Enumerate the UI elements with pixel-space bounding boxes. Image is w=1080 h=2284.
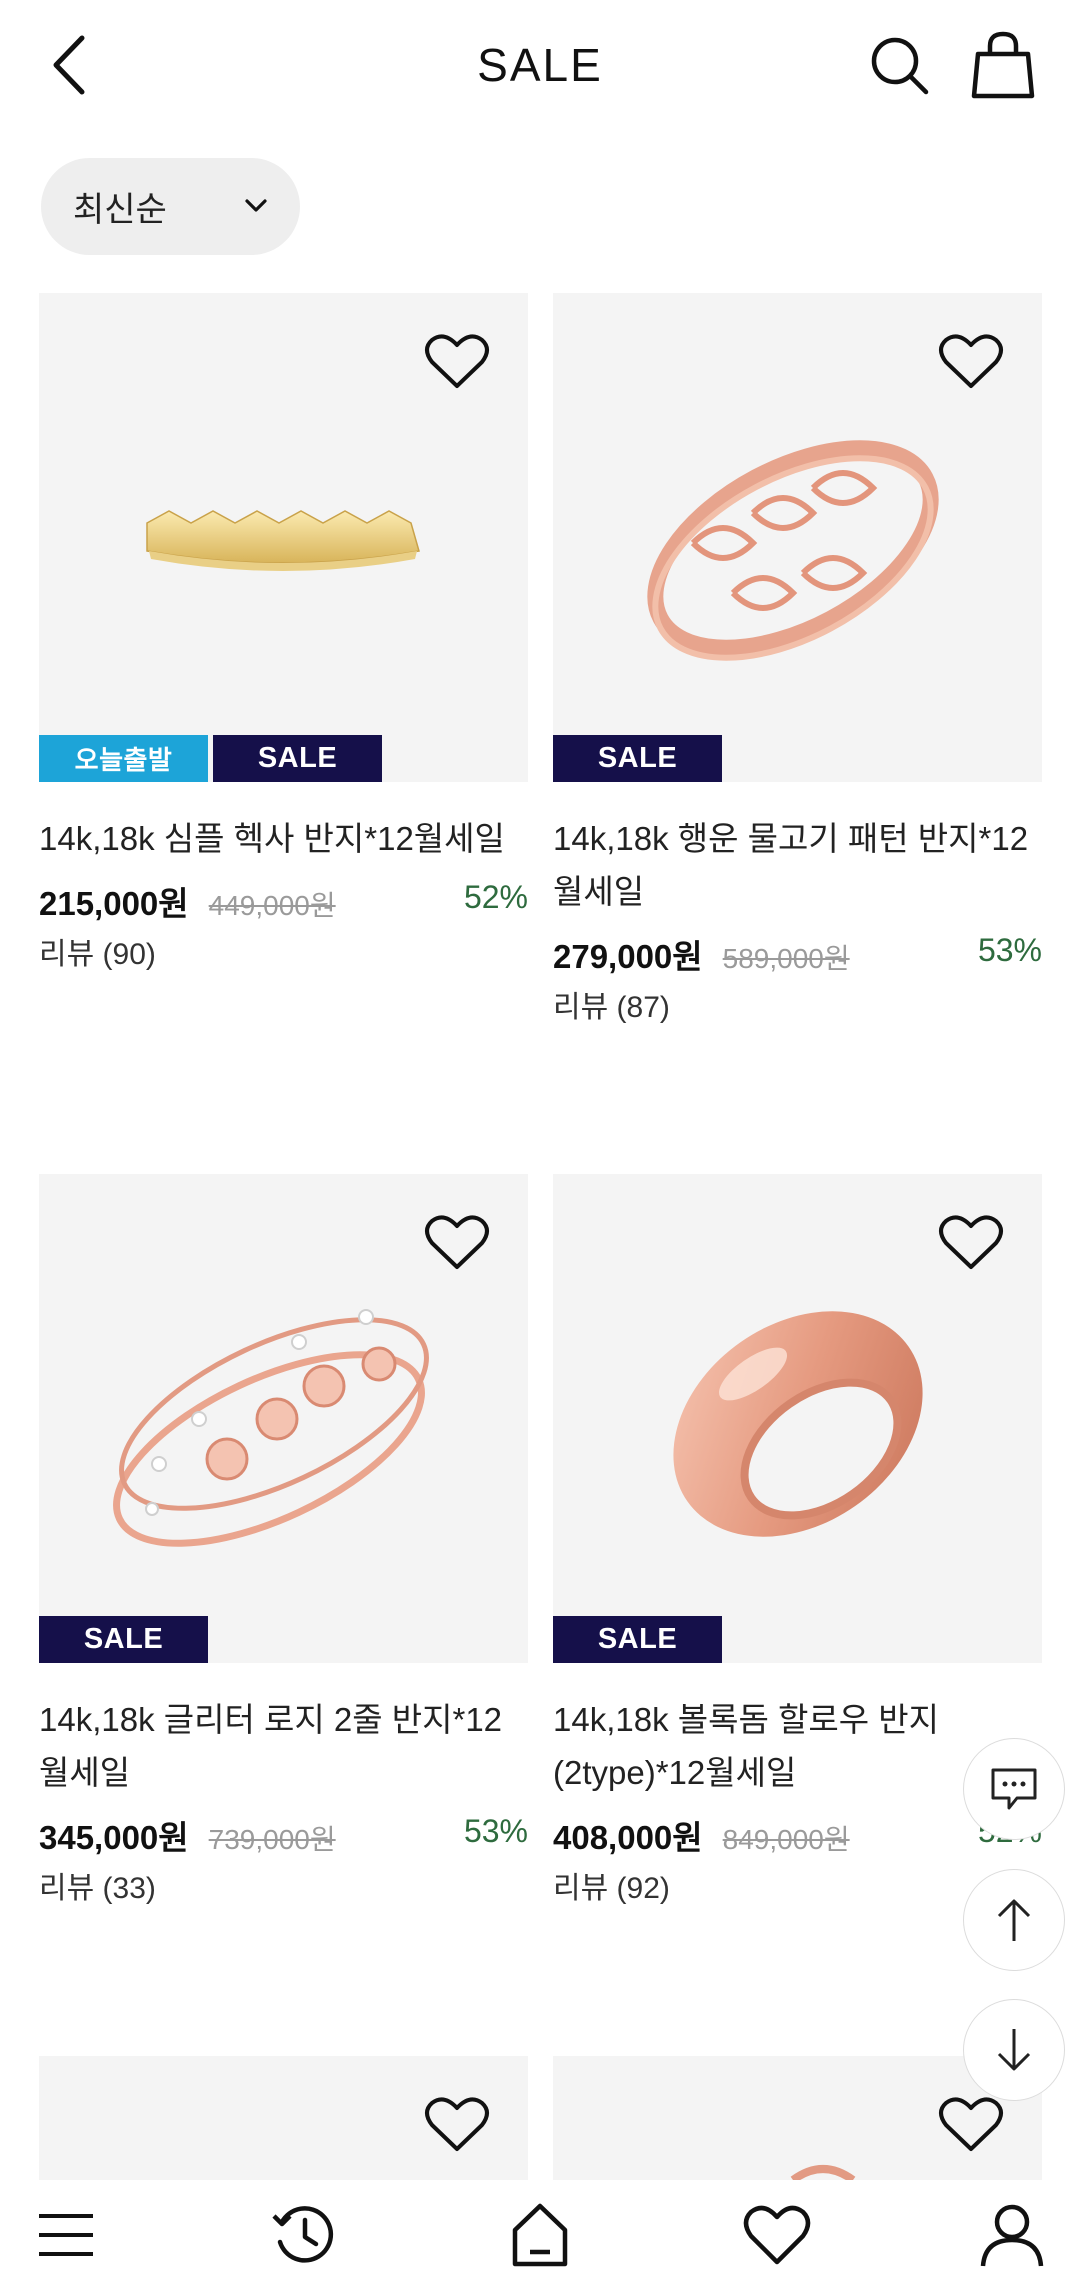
discount-rate: 53% — [977, 932, 1042, 968]
sort-label: 최신순 — [73, 191, 167, 229]
review-count: 리뷰 (90) — [39, 938, 156, 971]
sort-dropdown[interactable]: 최신순 — [41, 158, 300, 255]
product-name[interactable]: 14k,18k 행운 물고기 패턴 반지*12월세일 — [553, 812, 1042, 918]
arrow-up-icon — [997, 1899, 1031, 1941]
price-row: 215,000원 449,000원 52% — [39, 877, 528, 923]
search-icon[interactable] — [868, 34, 930, 96]
scroll-bottom-button[interactable] — [963, 1999, 1065, 2101]
wishlist-heart-icon[interactable] — [938, 331, 1004, 391]
today-shipping-badge: 오늘출발 — [39, 735, 208, 782]
badge-group: 오늘출발 SALE — [39, 735, 382, 782]
heart-icon[interactable] — [742, 2200, 812, 2270]
chat-button[interactable] — [963, 1738, 1065, 1840]
badge-group: SALE — [553, 1616, 722, 1663]
product-image[interactable]: SALE — [39, 1174, 528, 1663]
sale-price: 279,000원 — [553, 938, 703, 975]
sale-price: 408,000원 — [553, 1819, 703, 1856]
price-row: 408,000원 849,000원 52% — [553, 1811, 1042, 1857]
shopping-bag-icon[interactable] — [970, 30, 1036, 100]
review-count: 리뷰 (33) — [39, 1872, 156, 1905]
top-app-bar: SALE — [0, 0, 1080, 130]
wishlist-heart-icon[interactable] — [938, 1212, 1004, 1272]
product-name[interactable]: 14k,18k 심플 헥사 반지*12월세일 — [39, 812, 528, 865]
badge-group: SALE — [553, 735, 722, 782]
chat-icon — [991, 1768, 1037, 1810]
price-row: 279,000원 589,000원 53% — [553, 930, 1042, 976]
sale-badge: SALE — [213, 735, 382, 782]
product-image[interactable] — [39, 2056, 528, 2180]
product-card[interactable]: SALE 14k,18k 글리터 로지 2줄 반지*12월세일 345,000원… — [39, 1174, 528, 1907]
sale-badge: SALE — [553, 735, 722, 782]
product-card[interactable]: 오늘출발 SALE 14k,18k 심플 헥사 반지*12월세일 215,000… — [39, 293, 528, 973]
chevron-down-icon — [245, 199, 267, 212]
sale-badge: SALE — [553, 1616, 722, 1663]
menu-icon[interactable] — [31, 2200, 101, 2270]
badge-group: SALE — [39, 1616, 208, 1663]
review-count: 리뷰 (87) — [553, 991, 670, 1024]
home-icon[interactable] — [505, 2200, 575, 2270]
arrow-down-icon — [997, 2029, 1031, 2071]
original-price: 739,000원 — [208, 1824, 336, 1855]
product-image[interactable]: SALE — [553, 1174, 1042, 1663]
discount-rate: 52% — [463, 879, 528, 915]
user-icon[interactable] — [977, 2200, 1047, 2270]
product-image[interactable]: 오늘출발 SALE — [39, 293, 528, 782]
product-card[interactable]: SALE 14k,18k 행운 물고기 패턴 반지*12월세일 279,000원… — [553, 293, 1042, 1026]
wishlist-heart-icon[interactable] — [938, 2094, 1004, 2154]
price-row: 345,000원 739,000원 53% — [39, 1811, 528, 1857]
sale-badge: SALE — [39, 1616, 208, 1663]
original-price: 849,000원 — [722, 1824, 850, 1855]
sale-price: 345,000원 — [39, 1819, 189, 1856]
original-price: 449,000원 — [208, 890, 336, 921]
product-card[interactable] — [39, 2056, 528, 2180]
app-root: { "header": {"title": "SALE"}, "sort": {… — [0, 0, 1080, 2284]
discount-rate: 53% — [463, 1813, 528, 1849]
scroll-top-button[interactable] — [963, 1869, 1065, 1971]
product-image[interactable]: SALE — [553, 293, 1042, 782]
product-name[interactable]: 14k,18k 글리터 로지 2줄 반지*12월세일 — [39, 1693, 528, 1799]
sale-price: 215,000원 — [39, 885, 189, 922]
wishlist-heart-icon[interactable] — [424, 331, 490, 391]
bottom-navigation — [0, 2180, 1080, 2284]
wishlist-heart-icon[interactable] — [424, 2094, 490, 2154]
wishlist-heart-icon[interactable] — [424, 1212, 490, 1272]
history-icon[interactable] — [268, 2200, 338, 2270]
original-price: 589,000원 — [722, 943, 850, 974]
